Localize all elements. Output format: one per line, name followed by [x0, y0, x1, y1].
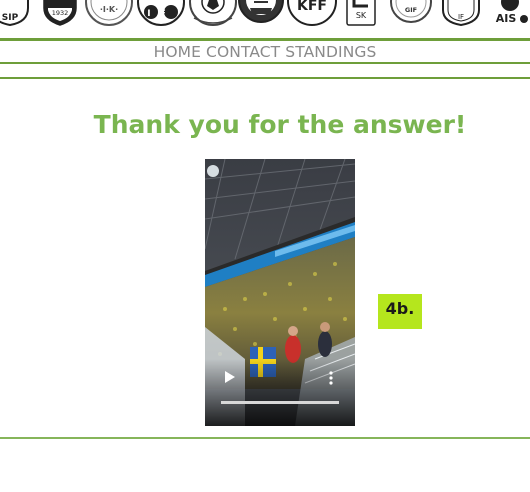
club-crest-1932[interactable]: 1932: [42, 0, 78, 26]
club-crest-ais[interactable]: AIS: [488, 0, 530, 26]
club-crest-sgif[interactable]: GIF: [390, 0, 432, 26]
crest-label: SK: [356, 11, 367, 20]
footer-divider: [0, 437, 530, 439]
video-progress-bar[interactable]: [221, 401, 339, 404]
crest-label: ·I·K·: [100, 5, 118, 14]
crest-label: IF: [458, 13, 464, 21]
crest-label: 1932: [52, 9, 69, 17]
club-crest-sip[interactable]: SIP: [0, 0, 34, 26]
club-crest-dark-stripes[interactable]: [238, 0, 284, 26]
club-crest-kff[interactable]: KFF: [286, 0, 338, 26]
club-crest-sk[interactable]: SK: [346, 0, 376, 26]
question-badge: 4b.: [378, 294, 422, 329]
crest-label: GIF: [405, 6, 417, 14]
crest-label: SIP: [2, 13, 19, 23]
top-divider: [0, 38, 530, 41]
more-vertical-icon[interactable]: [326, 370, 336, 386]
club-crest-ik[interactable]: ·I·K·: [84, 0, 134, 26]
club-crest-if[interactable]: IF: [136, 0, 186, 26]
play-icon[interactable]: [224, 370, 236, 384]
crest-label: IF: [147, 9, 175, 19]
club-crest-football[interactable]: [188, 0, 238, 26]
page-title: Thank you for the answer!: [93, 110, 467, 139]
nav-home-link[interactable]: HOME: [154, 43, 201, 61]
crest-label: KFF: [297, 0, 327, 14]
club-crest-shield[interactable]: IF: [440, 0, 482, 26]
main-nav: HOME CONTACT STANDINGS: [0, 43, 530, 61]
nav-standings-link[interactable]: STANDINGS: [285, 43, 376, 61]
nav-contact-link[interactable]: CONTACT: [206, 43, 280, 61]
crest-label: AIS: [496, 12, 517, 25]
club-logo-strip: SIP 1932 ·I·K· IF KFF SK GIF IF AIS: [0, 0, 530, 26]
nav-divider-bottom: [0, 77, 530, 79]
nav-divider-top: [0, 62, 530, 64]
